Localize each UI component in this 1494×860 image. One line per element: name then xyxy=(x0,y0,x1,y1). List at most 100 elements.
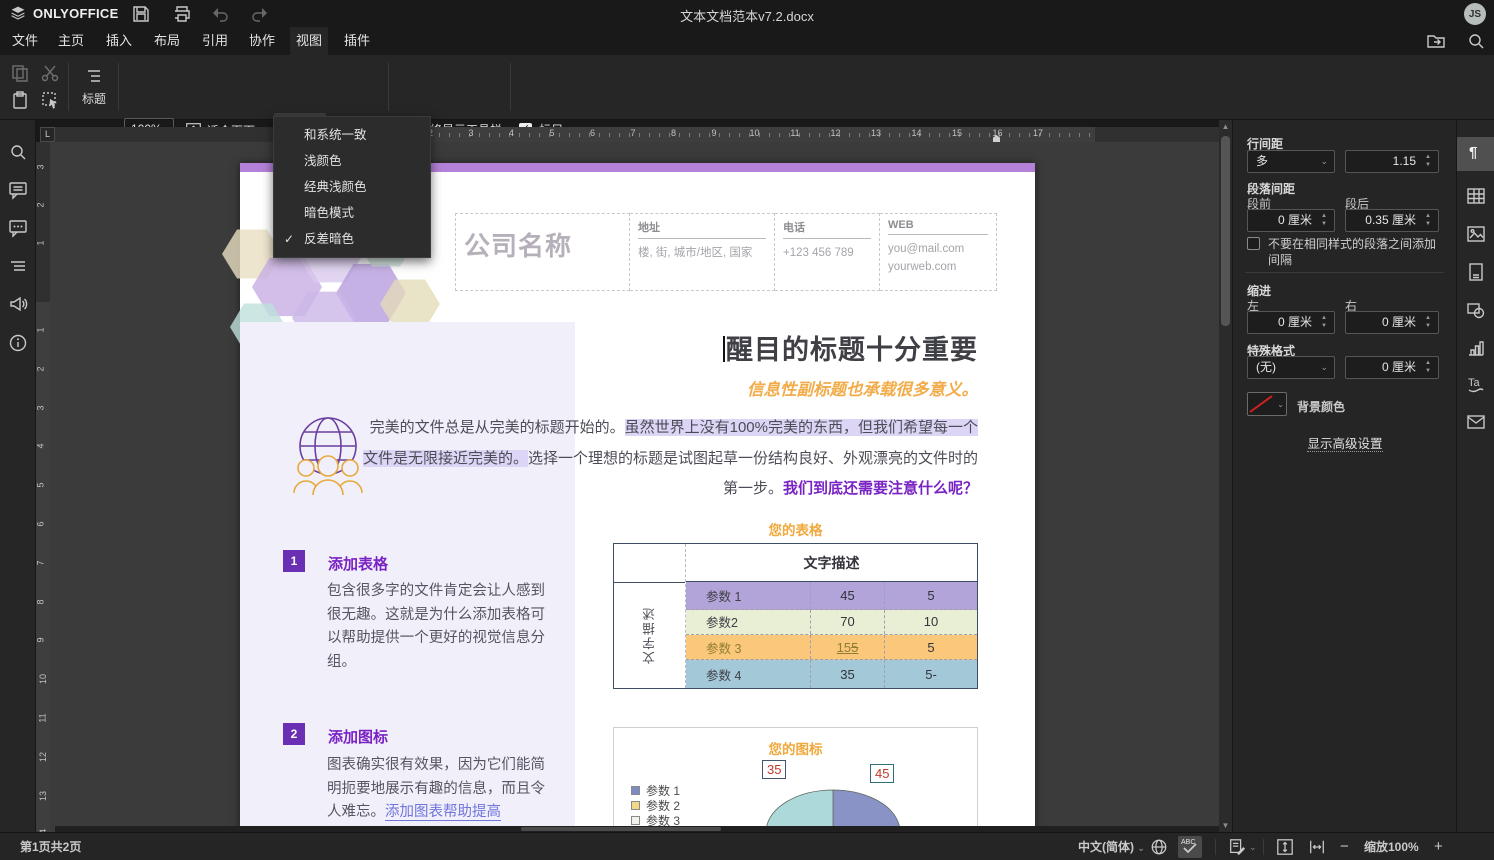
scrollbar-thumb[interactable] xyxy=(1221,136,1230,326)
document-hyperlink[interactable]: 添加图表帮助提高 xyxy=(385,804,501,821)
search-icon[interactable] xyxy=(8,142,28,162)
vertical-ruler[interactable]: 3211234567891011121314 xyxy=(36,142,50,832)
search-icon[interactable] xyxy=(1466,31,1486,51)
comments-icon[interactable] xyxy=(8,180,28,200)
spinner-icon[interactable]: ▲▼ xyxy=(1423,153,1433,169)
navigation-icon[interactable] xyxy=(8,256,28,276)
horizontal-ruler[interactable]: 1234567891011121314151617 xyxy=(55,127,1219,142)
spinner-icon[interactable]: ▲▼ xyxy=(1319,314,1329,330)
language-selector[interactable]: 中文(简体) ⌄ xyxy=(1078,833,1145,860)
document-page[interactable]: 公司名称 地址 楼, 街, 城市/地区, 国家 电话 +123 456 789 … xyxy=(240,163,1035,832)
paragraph-settings-icon[interactable]: ¶ xyxy=(1469,144,1477,161)
zoom-out-button[interactable]: − xyxy=(1340,833,1349,860)
table-caption[interactable]: 您的表格 xyxy=(613,519,978,539)
tab-references[interactable]: 引用 xyxy=(196,27,234,55)
tab-insert[interactable]: 插入 xyxy=(100,27,138,55)
feedback-icon[interactable] xyxy=(8,294,28,314)
special-format-amount-input[interactable]: 0 厘米▲▼ xyxy=(1345,356,1439,379)
step-body[interactable]: 图表确实很有效果，因为它们能简明扼要地展示有趣的信息，而且令人难忘。添加图表帮助… xyxy=(327,754,545,825)
tab-home[interactable]: 主页 xyxy=(52,27,90,55)
step-body[interactable]: 包含很多字的文件肯定会让人感到很无趣。这就是为什么添加表格可以帮助提供一个更好的… xyxy=(327,580,545,674)
select-all-icon[interactable] xyxy=(40,90,60,110)
left-sidebar xyxy=(0,120,36,832)
table-row[interactable]: 参数 4 35 5- xyxy=(686,660,977,688)
check-icon: ✓ xyxy=(284,226,294,252)
zoom-in-button[interactable]: + xyxy=(1434,833,1443,860)
company-name[interactable]: 公司名称 xyxy=(455,213,630,291)
table-row-header[interactable]: 文字描述 xyxy=(614,583,685,688)
table-row[interactable]: 参数2 70 10 xyxy=(686,610,977,635)
menu-item-classic-light[interactable]: 经典浅颜色 xyxy=(274,174,430,200)
data-table[interactable]: 文字描述 文字描述 参数 1 45 5 参数2 70 10 参数 xyxy=(613,543,978,689)
copy-icon[interactable] xyxy=(10,63,30,83)
tab-plugins[interactable]: 插件 xyxy=(338,27,376,55)
step-title[interactable]: 添加图标 xyxy=(328,726,388,747)
mail-merge-icon[interactable] xyxy=(1466,412,1486,432)
chevron-down-icon[interactable]: ⌄ xyxy=(1249,833,1257,860)
table-corner-cell[interactable] xyxy=(614,544,685,583)
document-subtitle[interactable]: 信息性副标题也承载很多意义。 xyxy=(440,376,978,400)
spinner-icon[interactable]: ▲▼ xyxy=(1319,212,1329,228)
track-changes-icon[interactable] xyxy=(1228,838,1246,856)
chart-settings-icon[interactable] xyxy=(1466,338,1486,358)
indent-right-input[interactable]: 0 厘米▲▼ xyxy=(1345,311,1439,334)
table-settings-icon[interactable] xyxy=(1466,186,1486,206)
page-settings-icon[interactable] xyxy=(1466,262,1486,282)
cut-icon[interactable] xyxy=(40,63,60,83)
set-language-icon[interactable] xyxy=(1150,838,1168,856)
tab-file[interactable]: 文件 xyxy=(6,27,44,55)
scroll-up-icon[interactable]: ▲ xyxy=(1219,122,1232,131)
menu-item-same-as-system[interactable]: 和系统一致 xyxy=(274,122,430,148)
open-file-location-icon[interactable] xyxy=(1426,31,1446,51)
advanced-settings-link[interactable]: 显示高级设置 xyxy=(1233,433,1457,452)
avatar[interactable]: JS xyxy=(1464,3,1486,25)
web-cell[interactable]: WEB you@mail.com yourweb.com xyxy=(880,213,997,291)
table-row[interactable]: 参数 1 45 5 xyxy=(686,582,977,610)
scrollbar-thumb[interactable] xyxy=(521,827,721,831)
scroll-down-icon[interactable]: ▼ xyxy=(1219,821,1232,830)
tab-view[interactable]: 视图 xyxy=(290,27,328,55)
spinner-icon[interactable]: ▲▼ xyxy=(1423,359,1433,375)
tab-layout[interactable]: 布局 xyxy=(148,27,186,55)
image-settings-icon[interactable] xyxy=(1466,224,1486,244)
headings-icon xyxy=(84,66,104,86)
line-spacing-value-input[interactable]: 1.15▲▼ xyxy=(1345,150,1439,173)
text-art-settings-icon[interactable]: Ta xyxy=(1466,374,1486,394)
table-col-header[interactable]: 文字描述 xyxy=(686,544,977,582)
shape-settings-icon[interactable] xyxy=(1466,300,1486,320)
indent-left-input[interactable]: 0 厘米▲▼ xyxy=(1247,311,1335,334)
status-bar: 第1页共2页 中文(简体) ⌄ ABC ⌄ − 缩放100% + xyxy=(0,832,1494,860)
paste-icon[interactable] xyxy=(10,90,30,110)
pie-chart-frame[interactable]: 您的图标 参数 1 参数 2 参数 3 35 45 xyxy=(613,727,978,832)
menu-item-light[interactable]: 浅颜色 xyxy=(274,148,430,174)
background-color-swatch[interactable]: ⌄ xyxy=(1247,392,1287,416)
address-cell[interactable]: 地址 楼, 街, 城市/地区, 国家 xyxy=(630,213,775,291)
fit-width-icon[interactable] xyxy=(1308,838,1326,856)
fit-page-icon[interactable] xyxy=(1276,838,1294,856)
chat-icon[interactable] xyxy=(8,218,28,238)
tab-collaboration[interactable]: 协作 xyxy=(243,27,281,55)
spinner-icon[interactable]: ▲▼ xyxy=(1423,314,1433,330)
spinner-icon[interactable]: ▲▼ xyxy=(1423,212,1433,228)
special-format-select[interactable]: (无)⌄ xyxy=(1247,356,1335,379)
spellcheck-button[interactable]: ABC xyxy=(1178,836,1202,858)
menu-item-contrast-dark[interactable]: ✓反差暗色 xyxy=(274,226,430,252)
spacing-after-input[interactable]: 0.35 厘米▲▼ xyxy=(1345,209,1439,232)
about-icon[interactable] xyxy=(8,333,28,353)
document-canvas[interactable]: 公司名称 地址 楼, 街, 城市/地区, 国家 电话 +123 456 789 … xyxy=(50,142,1219,832)
intro-paragraph[interactable]: 完美的文件总是从完美的标题开始的。虽然世界上没有100%完美的东西，但我们希望每… xyxy=(358,413,978,505)
step-number: 2 xyxy=(283,723,305,745)
menu-item-dark[interactable]: 暗色模式 xyxy=(274,200,430,226)
headings-button[interactable]: 标题 xyxy=(74,90,114,107)
company-header-table[interactable]: 公司名称 地址 楼, 街, 城市/地区, 国家 电话 +123 456 789 … xyxy=(455,213,997,291)
document-heading[interactable]: 醒目的标题十分重要 xyxy=(440,328,978,367)
page-count: 第1页共2页 xyxy=(20,833,81,860)
phone-cell[interactable]: 电话 +123 456 789 xyxy=(775,213,880,291)
vertical-scrollbar[interactable]: ▲ ▼ xyxy=(1219,120,1232,832)
spacing-before-input[interactable]: 0 厘米▲▼ xyxy=(1247,209,1335,232)
line-spacing-select[interactable]: 多⌄ xyxy=(1247,150,1335,173)
no-space-same-style-checkbox[interactable]: 不要在相同样式的段落之间添加间隔 xyxy=(1247,236,1443,268)
step-title[interactable]: 添加表格 xyxy=(328,553,388,574)
table-row[interactable]: 参数 3 155 5 xyxy=(686,635,977,661)
tab-stop-selector[interactable]: L xyxy=(40,127,55,142)
